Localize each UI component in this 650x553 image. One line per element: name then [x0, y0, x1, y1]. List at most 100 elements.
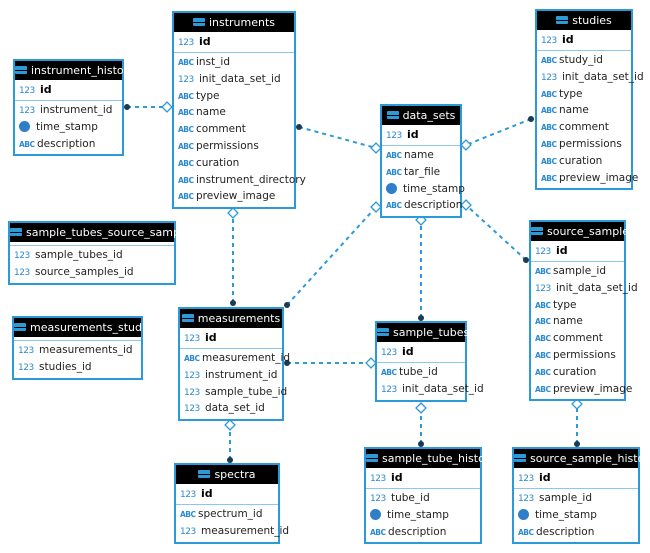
column-row[interactable]: ABC permissions: [537, 136, 631, 153]
table-header[interactable]: instruments: [174, 13, 294, 32]
relationship-sample_tube_history-sample_tubes[interactable]: [415, 402, 427, 447]
table-sample_tubes[interactable]: sample_tubes 123 id ABC tube_id 123 init_data_…: [375, 321, 484, 402]
column-row[interactable]: ABC description: [514, 524, 638, 541]
column-row[interactable]: ABC type: [537, 86, 631, 103]
column-row[interactable]: ABC inst_id: [174, 54, 294, 71]
table-icon: [514, 454, 526, 462]
table-measurements[interactable]: measurements 123 id ABC measurement_id 123 ins…: [178, 307, 290, 422]
column-row[interactable]: 123 init_data_set_id: [537, 69, 644, 86]
column-row[interactable]: ABC type: [531, 297, 624, 314]
column-row[interactable]: ABC curation: [531, 364, 624, 381]
column-name: comment: [559, 121, 609, 134]
column-row[interactable]: ABC name: [382, 147, 460, 164]
relationship-measurements-instruments[interactable]: [227, 207, 239, 306]
column-row[interactable]: ABC preview_image: [174, 188, 294, 205]
column-row[interactable]: ABC name: [537, 102, 631, 119]
primary-key-row[interactable]: 123 id: [15, 80, 122, 101]
table-header[interactable]: measurements: [180, 309, 282, 328]
table-header[interactable]: source_sample_history: [514, 449, 650, 468]
primary-key-row[interactable]: 123 id: [366, 468, 480, 489]
column-row[interactable]: ABC preview_image: [537, 170, 638, 187]
column-row[interactable]: 123 measurement_id: [176, 523, 289, 540]
relationship-instruments-data_sets[interactable]: [296, 124, 382, 154]
table-header[interactable]: measurements_studies: [14, 318, 158, 337]
column-row[interactable]: 123 init_data_set_id: [531, 280, 638, 297]
primary-key-row[interactable]: 123 id: [174, 32, 294, 53]
column-row[interactable]: 123 sample_tubes_id: [10, 247, 174, 264]
column-row[interactable]: ABC tar_file: [382, 164, 460, 181]
column-row[interactable]: ABC comment: [531, 330, 624, 347]
column-row[interactable]: ABC curation: [174, 155, 294, 172]
column-row[interactable]: ABC permissions: [531, 347, 624, 364]
column-row[interactable]: 123 init_data_set_id: [377, 381, 484, 398]
relationship-measurements-data_sets[interactable]: [284, 201, 382, 308]
column-row[interactable]: ABC comment: [537, 119, 631, 136]
column-row[interactable]: 123 data_set_id: [180, 400, 282, 417]
column-row[interactable]: time_stamp: [382, 181, 465, 198]
relationship-sample_tubes-data_sets[interactable]: [415, 214, 427, 321]
table-sample_tube_history[interactable]: sample_tube_history 123 id 123 tube_id time_s…: [364, 447, 496, 545]
primary-key-row[interactable]: 123 id: [382, 125, 460, 146]
column-row[interactable]: 123 measurements_id: [14, 342, 141, 359]
table-header[interactable]: studies: [537, 11, 631, 30]
table-header[interactable]: spectra: [176, 465, 278, 484]
relationship-source_samples-data_sets[interactable]: [460, 199, 529, 263]
table-measurements_studies[interactable]: measurements_studies 123 measurements_id 12…: [12, 316, 158, 380]
column-row[interactable]: 123 studies_id: [14, 359, 141, 376]
table-source_sample_history[interactable]: source_sample_history 123 id 123 sample_id ti…: [512, 447, 650, 545]
column-name: id: [402, 345, 414, 358]
relationship-source_sample_history-source_samples[interactable]: [571, 398, 583, 447]
column-row[interactable]: time_stamp: [514, 507, 638, 524]
column-row[interactable]: ABC instrument_directory: [174, 172, 306, 189]
column-row[interactable]: ABC comment: [174, 121, 294, 138]
table-spectra[interactable]: spectra 123 id ABC spectrum_id 123 measurement…: [174, 463, 289, 544]
column-row[interactable]: time_stamp: [15, 119, 122, 136]
column-row[interactable]: 123 sample_tube_id: [180, 384, 287, 401]
column-row[interactable]: ABC measurement_id: [180, 350, 290, 367]
column-row[interactable]: ABC spectrum_id: [176, 506, 278, 523]
column-row[interactable]: ABC description: [366, 524, 480, 541]
column-row[interactable]: ABC name: [531, 313, 624, 330]
column-row[interactable]: 123 init_data_set_id: [174, 71, 294, 88]
column-row[interactable]: ABC curation: [537, 153, 631, 170]
relationship-measurements-sample_tubes[interactable]: [284, 357, 377, 369]
column-row[interactable]: ABC permissions: [174, 138, 294, 155]
table-instruments[interactable]: instruments 123 id ABC inst_id 123 init_data_s…: [172, 11, 306, 210]
table-source_samples[interactable]: source_samples 123 id ABC sample_id 123 init_d…: [529, 220, 638, 402]
string-icon: ABC: [178, 192, 194, 202]
primary-key-row[interactable]: 123 id: [531, 241, 624, 262]
column-row[interactable]: 123 sample_id: [514, 490, 638, 507]
column-row[interactable]: ABC description: [15, 136, 122, 153]
column-row[interactable]: time_stamp: [366, 507, 480, 524]
primary-key-row[interactable]: 123 id: [537, 30, 631, 51]
column-row[interactable]: ABC tube_id: [377, 364, 465, 381]
table-header[interactable]: data_sets: [382, 106, 460, 125]
table-studies[interactable]: studies 123 id ABC study_id 123 init_data_set_…: [535, 9, 644, 191]
table-header[interactable]: sample_tube_history: [366, 449, 496, 468]
column-row[interactable]: 123 instrument_id: [180, 367, 282, 384]
table-instrument_history[interactable]: instrument_history 123 id 123 instrument_id t…: [13, 59, 135, 157]
table-header[interactable]: source_samples: [531, 222, 635, 241]
column-name: instrument_id: [40, 104, 113, 116]
column-row[interactable]: ABC preview_image: [531, 381, 632, 398]
table-sample_tubes_source_samples[interactable]: sample_tubes_source_samples 123 sample_tub…: [8, 221, 196, 285]
relationship-spectra-measurements[interactable]: [224, 419, 236, 463]
primary-key-row[interactable]: 123 id: [377, 342, 465, 363]
column-row[interactable]: 123 instrument_id: [15, 102, 122, 119]
column-row[interactable]: ABC name: [174, 104, 294, 121]
column-row[interactable]: ABC sample_id: [531, 263, 624, 280]
column-row[interactable]: ABC type: [174, 88, 294, 105]
column-row[interactable]: 123 source_samples_id: [10, 264, 174, 281]
column-row[interactable]: ABC study_id: [537, 52, 631, 69]
column-row[interactable]: 123 tube_id: [366, 490, 480, 507]
table-header[interactable]: sample_tubes: [377, 323, 469, 342]
primary-key-row[interactable]: 123 id: [180, 328, 282, 349]
table-header[interactable]: instrument_history: [15, 61, 135, 80]
relationship-studies-data_sets[interactable]: [460, 116, 534, 151]
table-header[interactable]: sample_tubes_source_samples: [10, 223, 196, 242]
column-row[interactable]: ABC description: [382, 197, 462, 214]
primary-key-row[interactable]: 123 id: [176, 484, 278, 505]
table-data_sets[interactable]: data_sets 123 id ABC name ABC tar_file time_sta…: [380, 104, 465, 219]
primary-key-row[interactable]: 123 id: [514, 468, 638, 489]
relationship-instrument_history-instruments[interactable]: [124, 101, 173, 113]
